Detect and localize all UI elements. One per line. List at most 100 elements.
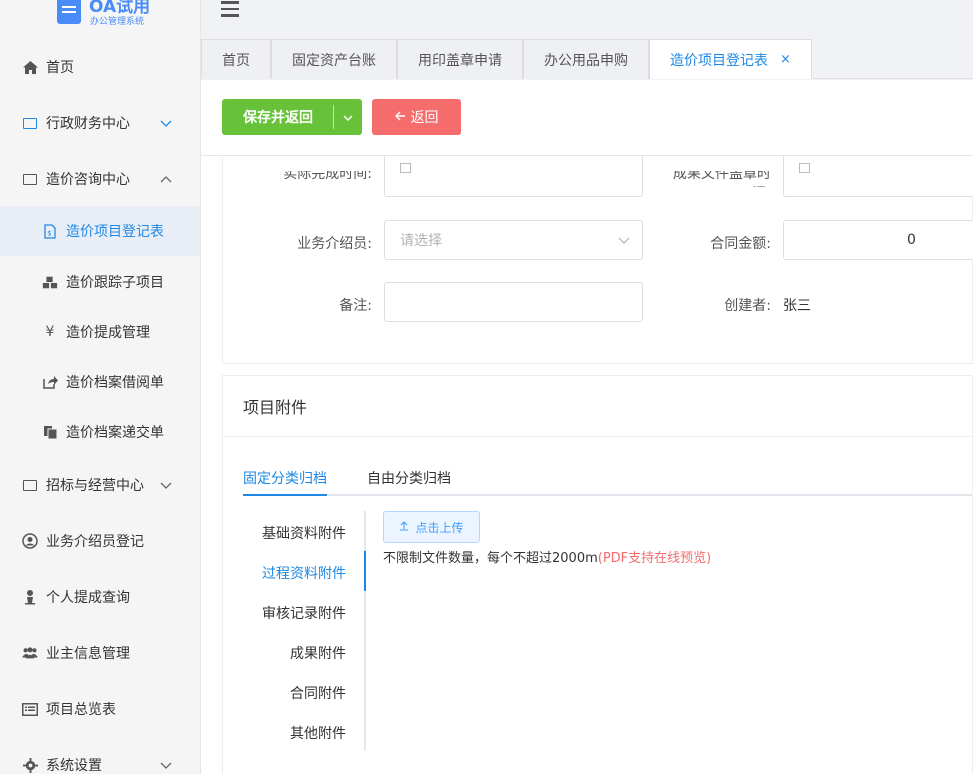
menu-toggle-icon[interactable] [221,1,239,17]
svg-text:$: $ [47,229,51,237]
sidebar-item-label: 造价提成管理 [66,325,150,341]
tab-cost-project-register[interactable]: 造价项目登记表 × [649,39,812,79]
tab-office-supplies[interactable]: 办公用品申购 [523,39,649,79]
tab-free-category[interactable]: 自由分类归档 [367,468,451,488]
sidebar-item-cost-consult[interactable]: 造价咨询中心 [0,154,200,204]
tab-label: 首页 [222,52,250,69]
actual-finish-date-input[interactable] [384,156,643,197]
upload-tip-highlight: (PDF支持在线预览) [597,551,712,566]
folder-icon [22,115,38,131]
save-button-label: 保存并返回 [243,110,313,126]
sidebar-item-project-overview[interactable]: 项目总览表 [0,684,200,734]
introducer-label: 业务介绍员: [297,236,372,252]
file-icon: $ [42,223,58,239]
attachments-title: 项目附件 [223,376,972,437]
category-contract[interactable]: 合同附件 [290,683,346,703]
chevron-down-icon[interactable] [334,111,362,124]
chevron-up-icon [160,172,172,186]
app-logo-icon [57,0,81,24]
upload-icon [399,520,409,534]
creator-label: 创建者: [724,298,771,314]
tab-fixed-category[interactable]: 固定分类归档 [243,468,327,488]
sidebar-item-label: 招标与经营中心 [46,478,144,494]
share-icon [42,374,58,390]
back-button[interactable]: 返回 [372,99,461,135]
app-subtitle: 办公管理系统 [90,17,145,27]
tab-label: 造价项目登记表 [670,52,768,69]
sidebar-item-admin-finance[interactable]: 行政财务中心 [0,98,200,148]
upload-tip-text: 不限制文件数量，每个不超过2000m [383,551,598,566]
category-basic[interactable]: 基础资料附件 [262,523,346,543]
sidebar-item-label: 系统设置 [46,758,102,774]
main-content: 保存并返回 返回 实际完成时间: 成果文件盖章时间: 业务介绍员: [201,80,973,774]
user-icon [22,589,38,605]
active-tab-indicator [243,494,327,496]
sidebar: OA试用 办公管理系统 首页 行政财务中心 造价咨询中心 $ 造价项目登记表 造… [0,0,201,774]
folder-icon [22,477,38,493]
sidebar-item-label: 项目总览表 [46,702,116,718]
sidebar-item-archive-submit[interactable]: 造价档案递交单 [0,407,200,457]
user-circle-icon [22,533,38,549]
sidebar-item-bidding[interactable]: 招标与经营中心 [0,460,200,510]
project-form: 实际完成时间: 成果文件盖章时间: 业务介绍员: 请选择 合同金额: 0 备注:… [222,156,973,364]
upload-button[interactable]: 点击上传 [383,511,480,543]
tab-label: 用印盖章申请 [418,52,502,69]
save-and-return-button[interactable]: 保存并返回 [222,99,362,135]
introducer-placeholder: 请选择 [400,233,442,249]
sidebar-item-label: 业主信息管理 [46,646,130,662]
list-icon [22,701,38,717]
users-icon [22,645,38,661]
category-other[interactable]: 其他附件 [290,723,346,743]
sidebar-item-archive-borrow[interactable]: 造价档案借阅单 [0,357,200,407]
tab-label: 固定资产台账 [292,52,376,69]
close-icon[interactable]: × [780,52,791,67]
home-icon [22,59,38,75]
sidebar-item-label: 业务介绍员登记 [46,534,144,550]
attachment-subtabs: 固定分类归档 自由分类归档 [243,456,972,496]
category-review[interactable]: 审核记录附件 [262,603,346,623]
tab-home[interactable]: 首页 [201,39,271,79]
back-button-label: 返回 [410,110,439,126]
top-bar [201,0,973,39]
sidebar-item-personal-commission[interactable]: 个人提成查询 [0,572,200,622]
attachments-card: 项目附件 固定分类归档 自由分类归档 基础资料附件 过程资料附件 审核记录附件 … [222,375,973,774]
chevron-down-icon [160,758,172,772]
sidebar-item-label: 首页 [46,60,74,76]
chevron-down-icon [618,233,630,247]
calendar-icon [799,163,810,173]
page-tabs: 首页 固定资产台账 用印盖章申请 办公用品申购 造价项目登记表 × [201,39,973,79]
seal-time-label: 成果文件盖章时间: [673,171,771,187]
contract-amount-input[interactable]: 0 [783,220,973,260]
sidebar-item-cost-tracking[interactable]: 造价跟踪子项目 [0,257,200,307]
sidebar-item-label: 造价档案借阅单 [66,375,164,391]
upload-button-label: 点击上传 [415,520,464,535]
seal-time-input[interactable] [783,156,973,197]
category-process[interactable]: 过程资料附件 [262,563,346,583]
tab-fixed-assets[interactable]: 固定资产台账 [271,39,397,79]
sidebar-item-label: 个人提成查询 [46,590,130,606]
category-result[interactable]: 成果附件 [290,643,346,663]
contract-amount-label: 合同金额: [710,236,771,252]
chevron-down-icon [160,478,172,492]
remark-label: 备注: [339,298,372,314]
sidebar-item-home[interactable]: 首页 [0,42,200,92]
arrow-left-icon [394,109,406,125]
folder-icon [22,171,38,187]
chevron-down-icon [160,116,172,130]
sidebar-item-label: 造价档案递交单 [66,425,164,441]
sidebar-item-introducer[interactable]: 业务介绍员登记 [0,516,200,566]
attachment-category-tabs: 基础资料附件 过程资料附件 审核记录附件 成果附件 合同附件 其他附件 [243,511,366,751]
sidebar-item-cost-commission[interactable]: ¥ 造价提成管理 [0,307,200,357]
sidebar-item-system-settings[interactable]: 系统设置 [0,740,200,774]
form-toolbar: 保存并返回 返回 [201,80,973,156]
tab-label: 办公用品申购 [544,52,628,69]
active-category-indicator [364,551,366,591]
creator-value: 张三 [783,298,811,314]
yen-icon: ¥ [45,324,55,340]
sidebar-item-label: 造价项目登记表 [66,224,164,240]
remark-input[interactable] [384,282,643,322]
sidebar-item-owner-info[interactable]: 业主信息管理 [0,628,200,678]
introducer-select[interactable]: 请选择 [384,220,643,260]
sidebar-item-cost-project-register[interactable]: $ 造价项目登记表 [0,206,200,256]
tab-seal-request[interactable]: 用印盖章申请 [397,39,523,79]
